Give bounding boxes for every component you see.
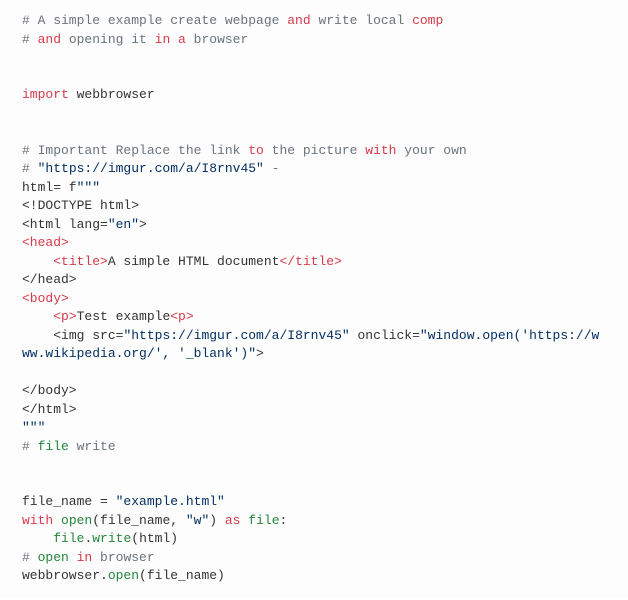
code-text: webbrowser. [22,568,108,583]
code-text: </body> [22,383,77,398]
code-text: ) [209,513,225,528]
code-text: </html> [22,402,77,417]
code-text: write [311,13,358,28]
code-text: "example.html" [116,494,225,509]
code-snippet: # A simple example create webpage and wr… [0,0,628,598]
code-text: and [38,32,61,47]
code-text: <html lang= [22,217,108,232]
code-text: html= f [22,180,77,195]
code-text: open [38,550,69,565]
code-text: (html) [131,531,178,546]
code-text: (file_name, [92,513,186,528]
code-text: to [248,143,264,158]
code-text [22,531,53,546]
code-text: browser [92,550,154,565]
code-text: file [240,513,279,528]
code-text: <title> [53,254,108,269]
code-text: webbrowser [69,87,155,102]
code-text: in [69,550,92,565]
code-text: "w" [186,513,209,528]
code-text: with [22,513,53,528]
code-text: "en" [108,217,139,232]
code-text [22,309,53,324]
code-text: <p> [53,309,76,324]
code-text: file_name = [22,494,116,509]
code-text: <img src= [22,328,123,343]
code-text: (file_name) [139,568,225,583]
code-text: # Important Replace the link [22,143,248,158]
code-text: </head> [22,272,77,287]
code-text: # [22,439,38,454]
code-text: # [22,161,38,176]
code-text: comp [412,13,443,28]
code-text: </title> [279,254,341,269]
code-text: <head> [22,235,69,250]
code-text: <!DOCTYPE html> [22,198,139,213]
code-text: browser [186,32,248,47]
code-text: a [170,32,186,47]
code-text: onclick= [350,328,420,343]
code-text: local [357,13,412,28]
code-text: in [155,32,171,47]
code-text: your own [397,143,467,158]
code-text: file [53,531,84,546]
code-text: the picture [264,143,365,158]
code-text: """ [22,420,45,435]
code-text: : [280,513,288,528]
code-text: Test example [77,309,171,324]
code-text: > [256,346,264,361]
code-text: <body> [22,291,69,306]
code-text: > [139,217,147,232]
code-text: - [264,161,280,176]
code-text: write [69,439,116,454]
code-text [22,254,53,269]
code-text: A simple HTML document [108,254,280,269]
code-text: "https://imgur.com/a/I8rnv45" [123,328,349,343]
code-text: "https://imgur.com/a/I8rnv45" [38,161,264,176]
code-text: # [22,32,38,47]
code-text: file [38,439,69,454]
code-text: write [92,531,131,546]
code-text: import [22,87,69,102]
code-text: # A simple example create webpage [22,13,287,28]
code-text: """ [77,180,100,195]
code-text: with [365,143,396,158]
code-text: as [225,513,241,528]
code-text: and [287,13,310,28]
code-text: opening it [61,32,155,47]
code-text: open [108,568,139,583]
code-text: <p> [170,309,193,324]
code-text: # [22,550,38,565]
code-text: open [53,513,92,528]
